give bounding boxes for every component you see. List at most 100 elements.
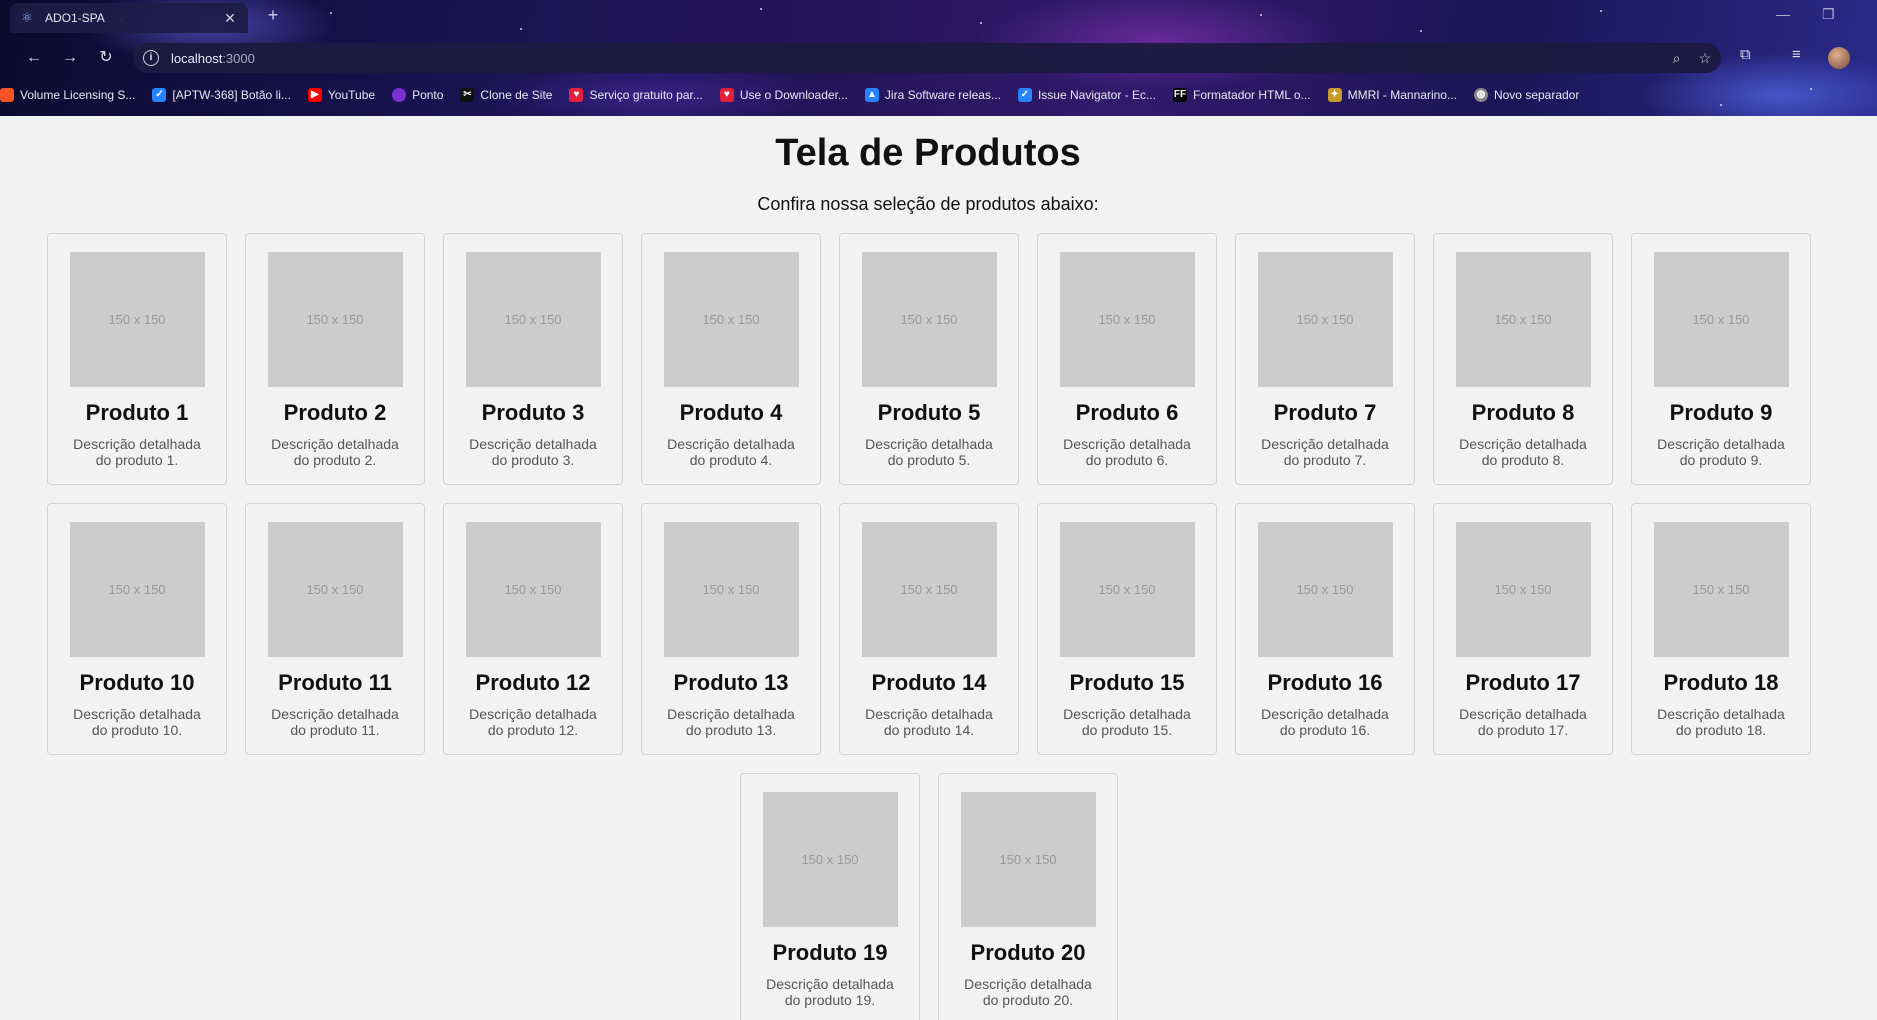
restore-icon[interactable]: ❐: [1822, 6, 1835, 23]
product-card[interactable]: 150 x 150 Produto 1 Descrição detalhada do…: [47, 233, 227, 485]
product-description: Descrição detalhada do produto 4.: [667, 436, 795, 468]
bookmark-item[interactable]: ✦ MMRI - Mannarino...: [1327, 88, 1457, 102]
bookmark-item[interactable]: FF Formatador HTML o...: [1173, 88, 1311, 102]
product-card[interactable]: 150 x 150 Produto 19 Descrição detalhada d…: [740, 773, 920, 1020]
bookmark-item[interactable]: Volume Licensing S...: [0, 88, 135, 102]
globe-icon: ◍: [1473, 88, 1488, 102]
product-description: Descrição detalhada do produto 13.: [667, 706, 795, 738]
new-tab-icon[interactable]: +: [262, 5, 284, 26]
product-image-placeholder: 150 x 150: [69, 522, 205, 657]
product-card[interactable]: 150 x 150 Produto 14 Descrição detalhada d…: [839, 503, 1019, 755]
mmri-icon: ✦: [1327, 88, 1342, 102]
star-decoration: [330, 12, 332, 14]
product-card[interactable]: 150 x 150 Produto 16 Descrição detalhada d…: [1235, 503, 1415, 755]
heart-icon: ♥: [569, 88, 584, 102]
minimize-icon[interactable]: —: [1776, 6, 1790, 22]
bookmark-item[interactable]: ◍ Novo separador: [1473, 88, 1580, 102]
page-subtitle: Confira nossa seleção de produtos abaixo…: [757, 194, 1099, 214]
product-description: Descrição detalhada do produto 15.: [1063, 706, 1191, 738]
product-description: Descrição detalhada do produto 6.: [1063, 436, 1191, 468]
url-port: :3000: [222, 50, 255, 66]
ponto-icon: [392, 88, 407, 102]
star-decoration: [1420, 30, 1422, 32]
product-name: Produto 15: [1069, 670, 1185, 695]
product-card[interactable]: 150 x 150 Produto 11 Descrição detalhada d…: [245, 503, 425, 755]
bookmark-item[interactable]: ▶ YouTube: [307, 88, 376, 102]
bookmark-label: Issue Navigator - Ec...: [1037, 88, 1157, 102]
product-card[interactable]: 150 x 150 Produto 3 Descrição detalhada do…: [443, 233, 623, 485]
product-image-placeholder: 150 x 150: [663, 252, 799, 387]
close-tab-icon[interactable]: ✕: [222, 10, 238, 27]
product-card[interactable]: 150 x 150 Produto 12 Descrição detalhada d…: [443, 503, 623, 755]
product-card[interactable]: 150 x 150 Produto 6 Descrição detalhada do…: [1037, 233, 1217, 485]
bookmark-label: Novo separador: [1493, 88, 1580, 102]
product-description: Descrição detalhada do produto 3.: [469, 436, 597, 468]
product-card[interactable]: 150 x 150 Produto 8 Descrição detalhada do…: [1433, 233, 1613, 485]
forward-icon[interactable]: →: [58, 46, 82, 70]
bookmarks-bar: Volume Licensing S... ✓ [APTW-368] Botão …: [0, 84, 1877, 106]
media-icon[interactable]: ≡: [1792, 46, 1801, 63]
product-card[interactable]: 150 x 150 Produto 17 Descrição detalhada d…: [1433, 503, 1613, 755]
bookmark-item[interactable]: ▲ Jira Software releas...: [864, 88, 1001, 102]
bookmark-label: Formatador HTML o...: [1193, 88, 1311, 102]
reload-icon[interactable]: ↻: [94, 46, 118, 70]
bookmark-item[interactable]: ✓ Issue Navigator - Ec...: [1017, 88, 1157, 102]
product-image-placeholder: 150 x 150: [1455, 252, 1591, 387]
product-grid: 150 x 150 Produto 1 Descrição detalhada do…: [47, 233, 1811, 1020]
jira-icon: ✓: [152, 88, 167, 102]
star-decoration: [1600, 10, 1602, 12]
youtube-icon: ▶: [307, 88, 322, 102]
product-name: Produto 7: [1273, 400, 1377, 425]
avatar[interactable]: [1828, 47, 1850, 69]
product-image-placeholder: 150 x 150: [267, 252, 403, 387]
bookmark-item[interactable]: Ponto: [392, 88, 443, 102]
product-description: Descrição detalhada do produto 1.: [73, 436, 201, 468]
browser-tab[interactable]: ⚛ ADO1-SPA ✕: [10, 3, 248, 33]
page-content: Tela de Produtos Confira nossa seleção d…: [0, 116, 1877, 1020]
page-title: Tela de Produtos: [775, 132, 1081, 174]
zoom-icon[interactable]: ⌕: [1673, 50, 1681, 67]
tab-title: ADO1-SPA: [45, 11, 105, 25]
site-info-icon[interactable]: i: [143, 50, 159, 66]
extensions-icon[interactable]: ⧉: [1740, 46, 1751, 63]
product-card[interactable]: 150 x 150 Produto 7 Descrição detalhada do…: [1235, 233, 1415, 485]
product-card[interactable]: 150 x 150 Produto 20 Descrição detalhada d…: [938, 773, 1118, 1020]
jira-icon: ▲: [864, 88, 879, 102]
product-card[interactable]: 150 x 150 Produto 13 Descrição detalhada d…: [641, 503, 821, 755]
product-image-placeholder: 150 x 150: [1257, 522, 1393, 657]
product-name: Produto 6: [1075, 400, 1179, 425]
product-image-placeholder: 150 x 150: [1059, 522, 1195, 657]
product-description: Descrição detalhada do produto 18.: [1657, 706, 1785, 738]
product-image-placeholder: 150 x 150: [69, 252, 205, 387]
bookmark-label: Ponto: [412, 88, 444, 102]
product-description: Descrição detalhada do produto 14.: [865, 706, 993, 738]
product-image-placeholder: 150 x 150: [861, 252, 997, 387]
bookmark-item[interactable]: ✂ Clone de Site: [460, 88, 552, 102]
product-card[interactable]: 150 x 150 Produto 5 Descrição detalhada do…: [839, 233, 1019, 485]
product-name: Produto 19: [772, 940, 888, 965]
star-decoration: [980, 22, 982, 24]
product-card[interactable]: 150 x 150 Produto 4 Descrição detalhada do…: [641, 233, 821, 485]
product-name: Produto 1: [85, 400, 189, 425]
product-name: Produto 2: [283, 400, 387, 425]
bookmark-star-icon[interactable]: ☆: [1698, 50, 1711, 67]
product-card[interactable]: 150 x 150 Produto 10 Descrição detalhada d…: [47, 503, 227, 755]
product-card[interactable]: 150 x 150 Produto 18 Descrição detalhada d…: [1631, 503, 1811, 755]
product-card[interactable]: 150 x 150 Produto 2 Descrição detalhada do…: [245, 233, 425, 485]
jira-icon: ✓: [1017, 88, 1032, 102]
product-name: Produto 12: [475, 670, 591, 695]
product-description: Descrição detalhada do produto 17.: [1459, 706, 1587, 738]
back-icon[interactable]: ←: [22, 46, 46, 70]
bookmark-label: YouTube: [327, 88, 376, 102]
bookmark-item[interactable]: ♥ Use o Downloader...: [719, 88, 848, 102]
url-host: localhost: [171, 50, 223, 66]
product-name: Produto 13: [673, 670, 789, 695]
bookmark-item[interactable]: ♥ Serviço gratuito par...: [569, 88, 703, 102]
bookmark-item[interactable]: ✓ [APTW-368] Botão li...: [152, 88, 291, 102]
product-card[interactable]: 150 x 150 Produto 15 Descrição detalhada d…: [1037, 503, 1217, 755]
product-description: Descrição detalhada do produto 5.: [865, 436, 993, 468]
product-card[interactable]: 150 x 150 Produto 9 Descrição detalhada do…: [1631, 233, 1811, 485]
star-decoration: [760, 8, 762, 10]
heart-icon: ♥: [719, 88, 734, 102]
address-bar[interactable]: i localhost:3000 ⌕ ☆: [133, 43, 1721, 73]
